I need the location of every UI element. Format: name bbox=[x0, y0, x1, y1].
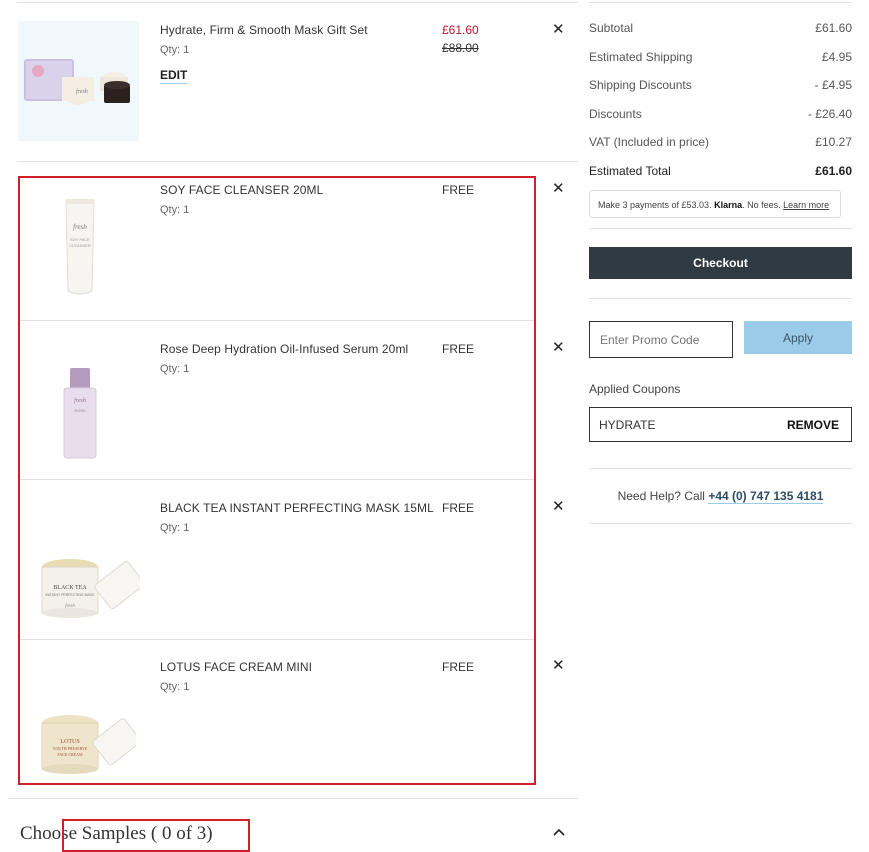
summary-label: Subtotal bbox=[589, 21, 634, 35]
choose-samples-toggle[interactable]: Choose Samples ( 0 of 3) bbox=[20, 823, 213, 845]
rose-product-label: ROSE bbox=[74, 408, 86, 413]
summary-label: Discounts bbox=[589, 107, 642, 121]
divider bbox=[20, 479, 534, 480]
original-price: £88.00 bbox=[442, 41, 479, 55]
summary-row: Subtotal £61.60 bbox=[589, 21, 852, 37]
product-image-lotus-cream[interactable]: LOTUS YOUTH PRESERVE FACE CREAM bbox=[36, 705, 136, 780]
klarna-fees: . No fees. bbox=[742, 200, 781, 210]
divider bbox=[589, 298, 852, 299]
product-image-soy-cleanser[interactable]: fresh SOY FACE CLEANSER bbox=[40, 187, 120, 307]
item-price: FREE bbox=[442, 183, 475, 197]
divider bbox=[20, 639, 534, 640]
applied-coupons-label: Applied Coupons bbox=[589, 382, 681, 396]
checkout-button[interactable]: Checkout bbox=[589, 247, 852, 279]
item-qty: Qty: 1 bbox=[160, 363, 190, 375]
sale-price: £61.60 bbox=[442, 23, 479, 37]
lotus-product-label: YOUTH PRESERVE bbox=[53, 746, 88, 751]
edit-link[interactable]: EDIT bbox=[160, 68, 188, 84]
soy-brand-label: fresh bbox=[73, 223, 87, 231]
summary-label: VAT (Included in price) bbox=[589, 135, 710, 149]
tea-brand-label: fresh bbox=[65, 604, 75, 609]
divider bbox=[589, 523, 852, 524]
rose-brand-label: fresh bbox=[74, 397, 86, 404]
remove-item-icon[interactable]: ✕ bbox=[552, 658, 565, 673]
item-price: FREE bbox=[442, 342, 475, 356]
estimated-total-label: Estimated Total bbox=[589, 164, 671, 178]
soy-product-label: SOY FACE bbox=[70, 237, 90, 242]
klarna-box: Make 3 payments of £53.03. Klarna. No fe… bbox=[589, 190, 841, 218]
remove-item-icon[interactable]: ✕ bbox=[552, 499, 565, 514]
help-phone-link[interactable]: +44 (0) 747 135 4181 bbox=[708, 489, 824, 504]
item-price: FREE bbox=[442, 660, 475, 674]
summary-row: Discounts - £26.40 bbox=[589, 107, 852, 123]
summary-label: Estimated Shipping bbox=[589, 50, 693, 64]
chevron-up-icon[interactable] bbox=[552, 825, 566, 844]
item-name[interactable]: SOY FACE CLEANSER 20ML bbox=[160, 183, 323, 197]
divider bbox=[589, 2, 852, 3]
estimated-total-value: £61.60 bbox=[815, 164, 852, 178]
summary-value: £10.27 bbox=[815, 135, 852, 149]
product-image-black-tea-mask[interactable]: BLACK TEA INSTANT PERFECTING MASK fresh bbox=[36, 545, 140, 623]
coupon-code: HYDRATE bbox=[599, 418, 656, 432]
summary-row: Shipping Discounts - £4.95 bbox=[589, 78, 852, 94]
item-name[interactable]: LOTUS FACE CREAM MINI bbox=[160, 660, 312, 674]
product-image-rose-serum[interactable]: fresh ROSE bbox=[40, 340, 120, 465]
remove-item-icon[interactable]: ✕ bbox=[552, 22, 565, 37]
divider bbox=[589, 228, 852, 229]
summary-value: - £26.40 bbox=[807, 107, 852, 121]
item-qty: Qty: 1 bbox=[160, 44, 190, 56]
summary-row: VAT (Included in price) £10.27 bbox=[589, 135, 852, 151]
summary-value: £4.95 bbox=[821, 50, 852, 64]
soy-product-label: CLEANSER bbox=[69, 243, 91, 248]
divider bbox=[18, 2, 578, 3]
item-name[interactable]: BLACK TEA INSTANT PERFECTING MASK 15ML bbox=[160, 501, 434, 515]
summary-value: £61.60 bbox=[815, 21, 852, 35]
lotus-product-label: FACE CREAM bbox=[57, 752, 83, 757]
klarna-text: Make 3 payments of £53.03. bbox=[598, 200, 712, 210]
remove-item-icon[interactable]: ✕ bbox=[552, 181, 565, 196]
coupon-box: HYDRATE REMOVE bbox=[589, 407, 852, 442]
divider bbox=[18, 161, 578, 162]
item-qty: Qty: 1 bbox=[160, 522, 190, 534]
item-name[interactable]: Rose Deep Hydration Oil-Infused Serum 20… bbox=[160, 342, 408, 356]
divider bbox=[8, 798, 578, 799]
learn-more-link[interactable]: Learn more bbox=[783, 200, 829, 210]
gift-jar-label: fresh bbox=[76, 88, 88, 95]
item-price: FREE bbox=[442, 501, 475, 515]
summary-label: Shipping Discounts bbox=[589, 78, 692, 92]
help-text: Need Help? Call bbox=[617, 489, 705, 503]
remove-item-icon[interactable]: ✕ bbox=[552, 340, 565, 355]
item-qty: Qty: 1 bbox=[160, 204, 190, 216]
remove-coupon-button[interactable]: REMOVE bbox=[787, 418, 839, 432]
item-name[interactable]: Hydrate, Firm & Smooth Mask Gift Set bbox=[160, 23, 368, 37]
product-image-gift-set[interactable]: fresh bbox=[18, 21, 139, 141]
klarna-logo: Klarna bbox=[714, 200, 743, 210]
tea-product-label: BLACK TEA bbox=[53, 585, 87, 591]
summary-value: - £4.95 bbox=[814, 78, 852, 92]
help-line: Need Help? Call +44 (0) 747 135 4181 bbox=[589, 489, 852, 504]
divider bbox=[589, 468, 852, 469]
promo-code-input[interactable] bbox=[589, 321, 733, 358]
apply-promo-button[interactable]: Apply bbox=[744, 321, 852, 354]
tea-product-label: INSTANT PERFECTING MASK bbox=[45, 593, 95, 597]
lotus-product-label: LOTUS bbox=[60, 739, 79, 745]
divider bbox=[20, 320, 534, 321]
item-qty: Qty: 1 bbox=[160, 681, 190, 693]
summary-row: Estimated Shipping £4.95 bbox=[589, 50, 852, 66]
